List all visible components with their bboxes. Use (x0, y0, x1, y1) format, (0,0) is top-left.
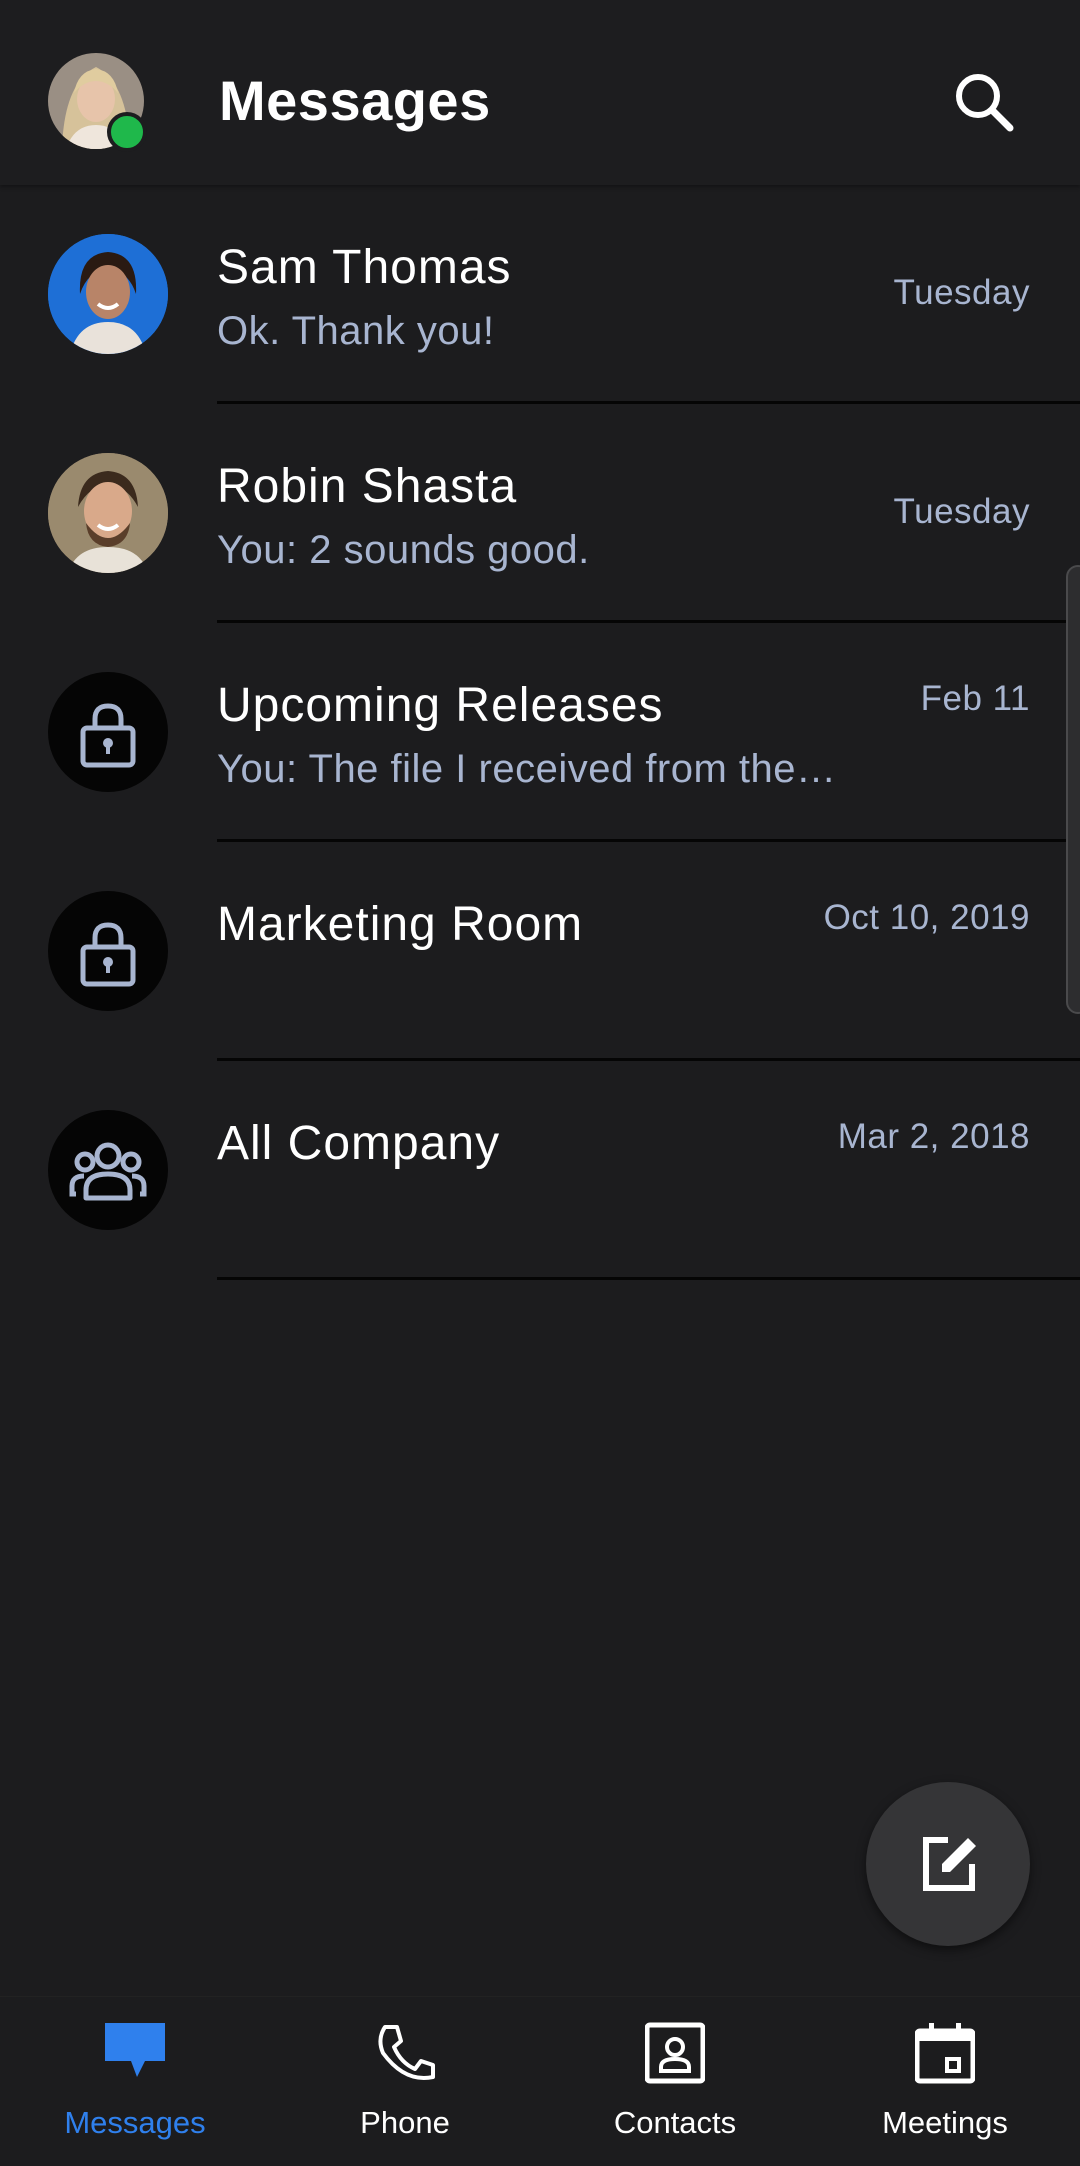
phone-icon (378, 2025, 435, 2080)
tab-label: Contacts (613, 2105, 737, 2140)
lock-icon (80, 703, 136, 768)
compose-icon (923, 1837, 976, 1891)
search-button[interactable] (948, 66, 1020, 138)
tab-messages[interactable]: Messages (0, 1997, 270, 2166)
conversation-item-all-company[interactable]: All Company Mar 2, 2018 (0, 1061, 1080, 1280)
lock-icon (80, 922, 136, 987)
page-title: Messages (219, 69, 491, 132)
message-preview: Ok. Thank you! (217, 309, 495, 353)
conversation-date: Feb 11 (920, 679, 1030, 718)
conversation-item-robin-shasta[interactable]: Robin Shasta You: 2 sounds good. Tuesday (0, 404, 1080, 623)
conversation-date: Mar 2, 2018 (837, 1117, 1030, 1156)
conversation-date: Tuesday (893, 273, 1030, 312)
private-room-avatar (48, 891, 168, 1011)
bottom-navigation: Messages Phone Contacts Meetings (0, 1996, 1080, 2166)
tab-label: Messages (64, 2105, 206, 2140)
conversation-name: Marketing Room (217, 898, 584, 951)
group-icon (69, 1142, 147, 1201)
conversation-item-upcoming-releases[interactable]: Upcoming Releases You: The file I receiv… (0, 623, 1080, 842)
conversation-list: Sam Thomas Ok. Thank you! Tuesday Robin … (0, 185, 1080, 1280)
conversation-name: Robin Shasta (217, 460, 518, 513)
conversation-item-marketing-room[interactable]: Marketing Room Oct 10, 2019 (0, 842, 1080, 1061)
tab-contacts[interactable]: Contacts (540, 1997, 810, 2166)
conversation-name: Sam Thomas (217, 241, 512, 294)
contact-avatar (48, 234, 168, 354)
tab-label: Phone (360, 2105, 450, 2140)
presence-available-dot (107, 112, 147, 152)
calendar-icon (915, 2023, 975, 2084)
app-header: Messages (0, 0, 1080, 185)
contact-card-icon (645, 2022, 705, 2084)
message-preview: You: 2 sounds good. (217, 528, 590, 572)
tab-label: Meetings (882, 2105, 1008, 2140)
tab-phone[interactable]: Phone (270, 1997, 540, 2166)
message-preview: You: The file I received from the… (217, 747, 837, 791)
search-icon (956, 74, 1014, 132)
conversation-item-sam-thomas[interactable]: Sam Thomas Ok. Thank you! Tuesday (0, 185, 1080, 404)
private-room-avatar (48, 672, 168, 792)
divider (217, 1277, 1080, 1280)
conversation-date: Tuesday (893, 492, 1030, 531)
contact-avatar (48, 453, 168, 573)
group-room-avatar (48, 1110, 168, 1230)
conversation-name: Upcoming Releases (217, 679, 664, 732)
conversation-date: Oct 10, 2019 (823, 898, 1030, 937)
chat-bubble-icon (105, 2023, 165, 2077)
conversation-name: All Company (217, 1117, 501, 1170)
compose-button[interactable] (866, 1782, 1030, 1946)
tab-meetings[interactable]: Meetings (810, 1997, 1080, 2166)
scroll-handle[interactable] (1066, 565, 1080, 1014)
